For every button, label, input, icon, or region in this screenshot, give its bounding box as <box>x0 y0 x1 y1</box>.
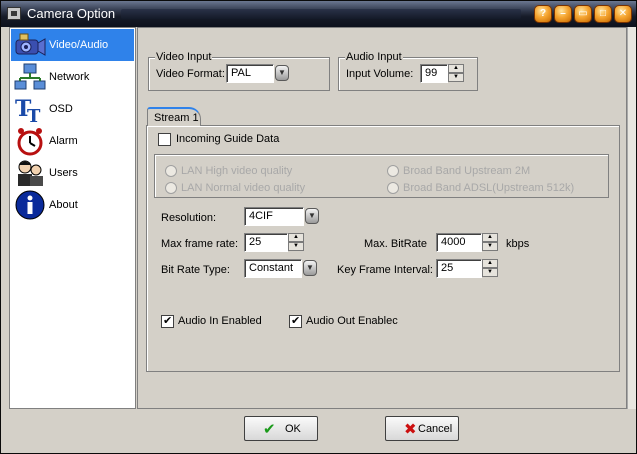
broadband-2m-radio[interactable] <box>387 165 399 177</box>
video-format-label: Video Format: <box>156 68 225 80</box>
video-format-select[interactable]: PAL <box>226 64 274 83</box>
restore-button[interactable]: ▭ <box>574 5 592 23</box>
broadband-adsl-label: Broad Band ADSL(Upstream 512k) <box>403 182 575 194</box>
input-volume-spinner[interactable]: ▲ ▼ <box>448 64 464 83</box>
video-format-value: PAL <box>231 67 251 79</box>
sidebar-item-video-audio[interactable]: Video/Audio <box>11 29 134 61</box>
sidebar-item-alarm[interactable]: Alarm <box>11 125 134 157</box>
audio-out-enabled-label: Audio Out Enablec <box>306 315 398 327</box>
resolution-label: Resolution: <box>161 212 217 224</box>
key-frame-interval-spinner[interactable]: ▲ ▼ <box>482 259 498 278</box>
sidebar-item-about[interactable]: About <box>11 189 134 221</box>
max-frame-rate-label: Max frame rate: <box>161 238 239 250</box>
audio-in-enabled-label: Audio In Enabled <box>178 315 262 327</box>
title-bar[interactable]: Camera Option ? – ▭ □ ✕ <box>1 1 636 27</box>
lan-high-quality-label: LAN High video quality <box>181 165 293 177</box>
video-format-dropdown-button[interactable] <box>275 65 289 81</box>
close-icon: ✕ <box>618 8 628 19</box>
incoming-guide-label: Incoming Guide Data <box>176 133 280 145</box>
ok-button-label: OK <box>285 423 301 435</box>
osd-icon: T T <box>15 96 41 124</box>
max-frame-rate-spinner[interactable]: ▲ ▼ <box>288 233 304 252</box>
broadband-2m-label: Broad Band Upstream 2M <box>403 165 531 177</box>
checkmark-icon: ✔ <box>263 421 276 438</box>
incoming-guide-checkbox[interactable] <box>158 133 171 146</box>
input-volume-value: 99 <box>425 67 438 79</box>
vertical-scrollbar[interactable] <box>627 27 636 409</box>
spin-up-icon[interactable]: ▲ <box>288 233 304 242</box>
maximize-icon: □ <box>599 8 607 19</box>
sidebar-item-label: Alarm <box>49 135 78 147</box>
spin-down-icon[interactable]: ▼ <box>482 242 498 251</box>
audio-out-enabled-checkbox[interactable] <box>289 314 302 328</box>
window-title: Camera Option <box>27 6 116 21</box>
tab-stream-1[interactable]: Stream 1 <box>147 107 201 126</box>
key-frame-interval-value: 25 <box>441 262 454 274</box>
alarm-clock-icon <box>17 128 43 156</box>
resolution-select[interactable]: 4CIF <box>244 207 304 226</box>
close-button[interactable]: ✕ <box>614 5 632 23</box>
sidebar: Video/Audio Network T T OSD Alarm Users … <box>9 27 136 409</box>
sidebar-item-users[interactable]: Users <box>11 157 134 189</box>
cancel-button-label: Cancel <box>418 423 453 435</box>
minimize-button[interactable]: – <box>554 5 572 23</box>
bitrate-unit: kbps <box>506 238 530 250</box>
tab-label: Stream 1 <box>154 112 199 124</box>
max-frame-rate-field[interactable]: 25 <box>244 233 288 252</box>
svg-text:T: T <box>27 106 41 124</box>
help-icon: ? <box>539 8 547 19</box>
cancel-x-icon: ✖ <box>404 421 417 438</box>
bitrate-type-value: Constant <box>249 262 294 274</box>
spin-up-icon[interactable]: ▲ <box>482 259 498 268</box>
spin-down-icon[interactable]: ▼ <box>448 73 464 82</box>
key-frame-interval-label: Key Frame Interval: <box>337 264 433 276</box>
cancel-button[interactable]: ✖ Cancel <box>385 416 459 441</box>
resolution-dropdown-button[interactable] <box>305 208 319 224</box>
restore-icon: ▭ <box>578 8 588 19</box>
spin-down-icon[interactable]: ▼ <box>288 242 304 251</box>
camera-icon <box>15 33 46 56</box>
sidebar-item-label: About <box>49 199 78 211</box>
sidebar-item-osd[interactable]: T T OSD <box>11 93 134 125</box>
sidebar-item-label: Video/Audio <box>49 39 109 51</box>
max-bitrate-field[interactable]: 4000 <box>436 233 482 252</box>
audio-input-title: Audio Input <box>345 51 403 63</box>
bitrate-type-label: Bit Rate Type: <box>161 264 230 276</box>
input-volume-label: Input Volume: <box>346 68 414 80</box>
resolution-value: 4CIF <box>249 210 273 222</box>
sidebar-item-network[interactable]: Network <box>11 61 134 93</box>
audio-in-enabled-checkbox[interactable] <box>161 314 174 328</box>
max-bitrate-value: 4000 <box>441 236 466 248</box>
sidebar-item-label: Network <box>49 71 90 83</box>
spin-up-icon[interactable]: ▲ <box>482 233 498 242</box>
input-volume-field[interactable]: 99 <box>420 64 448 83</box>
minimize-icon: – <box>560 8 566 19</box>
bitrate-type-dropdown-button[interactable] <box>303 260 317 276</box>
app-camera-icon <box>7 7 21 20</box>
max-bitrate-label: Max. BitRate <box>364 238 427 250</box>
sidebar-item-label: OSD <box>49 103 73 115</box>
camera-option-window: Camera Option ? – ▭ □ ✕ Video/Audio Netw… <box>0 0 637 454</box>
bitrate-type-select[interactable]: Constant <box>244 259 302 278</box>
info-icon <box>15 190 45 220</box>
key-frame-interval-field[interactable]: 25 <box>436 259 482 278</box>
users-icon <box>18 160 43 186</box>
max-frame-rate-value: 25 <box>249 236 262 248</box>
network-icon <box>14 63 46 90</box>
help-button[interactable]: ? <box>534 5 552 23</box>
maximize-button[interactable]: □ <box>594 5 612 23</box>
max-bitrate-spinner[interactable]: ▲ ▼ <box>482 233 498 252</box>
title-bar-groove <box>121 9 521 19</box>
lan-high-quality-radio[interactable] <box>165 165 177 177</box>
lan-normal-quality-radio[interactable] <box>165 182 177 194</box>
spin-up-icon[interactable]: ▲ <box>448 64 464 73</box>
sidebar-item-label: Users <box>49 167 78 179</box>
ok-button[interactable]: ✔ OK <box>244 416 318 441</box>
lan-normal-quality-label: LAN Normal video quality <box>181 182 306 194</box>
spin-down-icon[interactable]: ▼ <box>482 268 498 277</box>
video-input-title: Video Input <box>155 51 213 63</box>
broadband-adsl-radio[interactable] <box>387 182 399 194</box>
